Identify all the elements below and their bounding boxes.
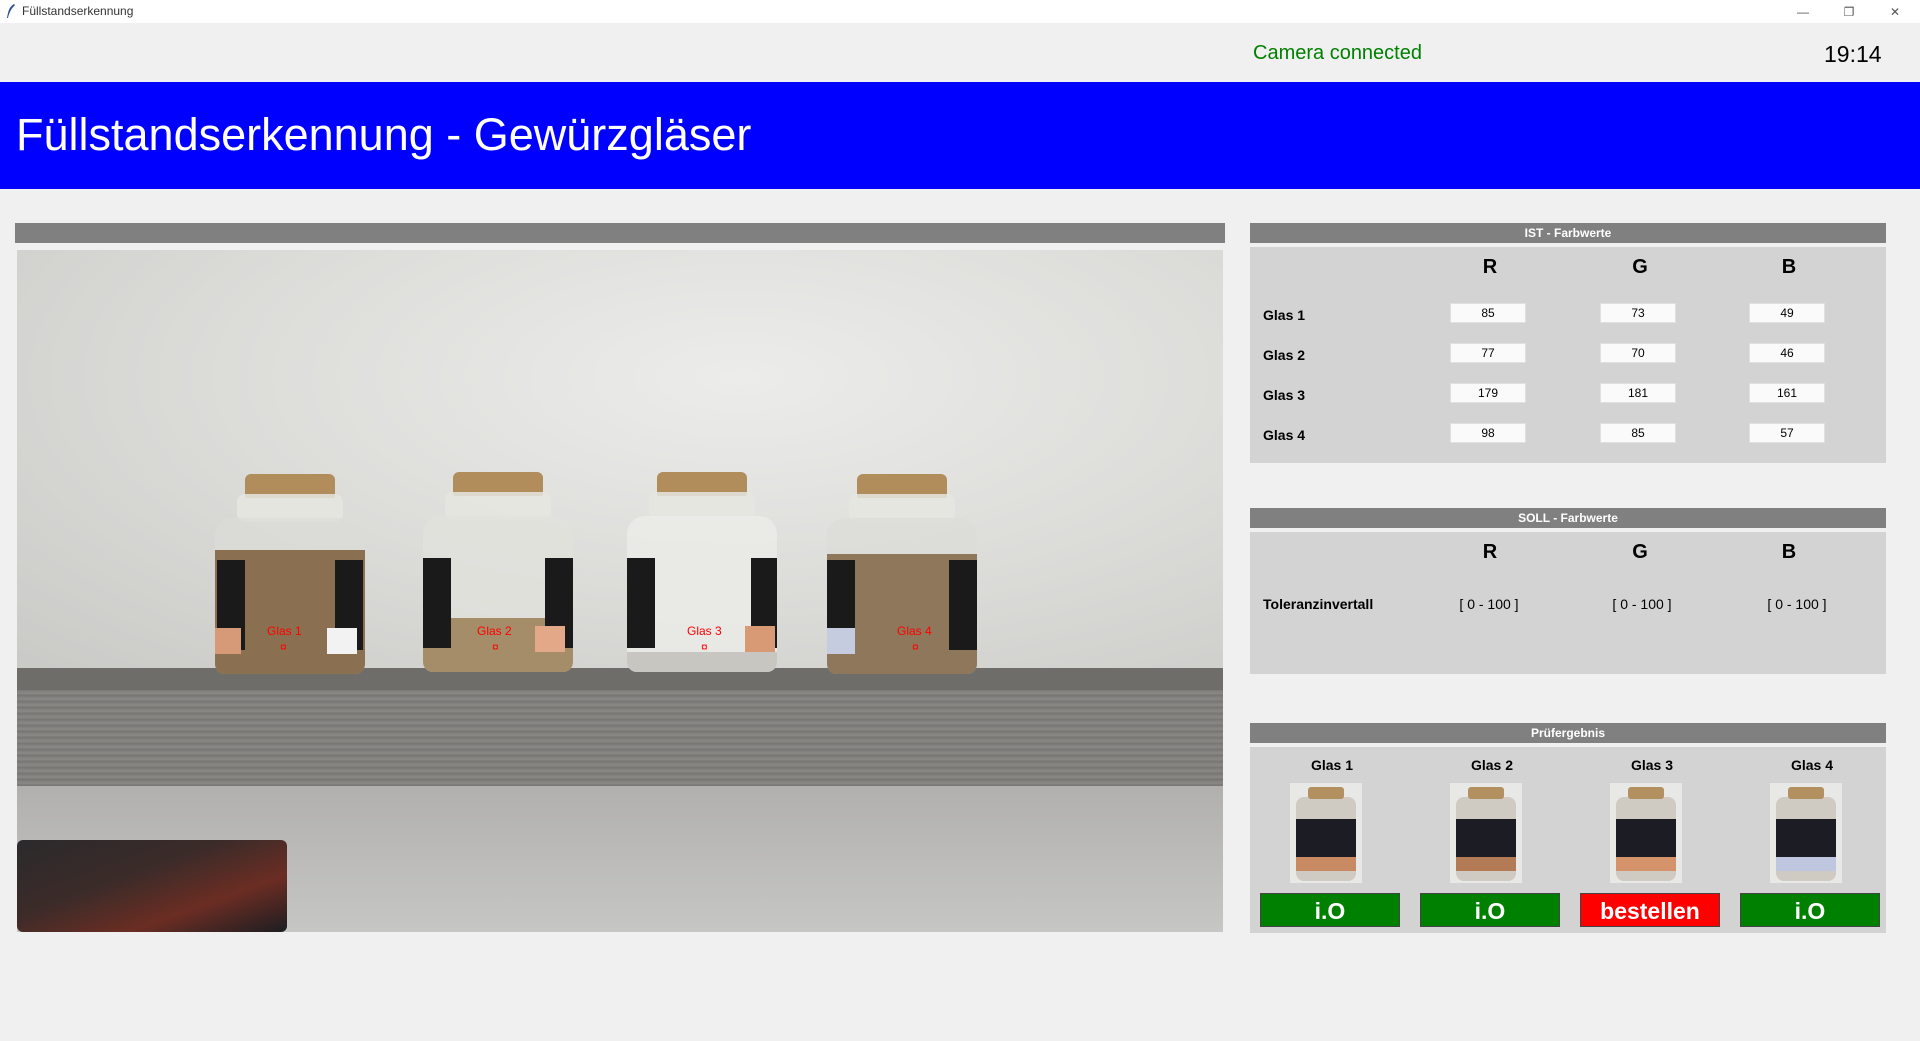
result-status-1: i.O <box>1260 893 1400 927</box>
ist-g-4: 85 <box>1600 423 1676 443</box>
ist-r-1: 85 <box>1450 303 1526 323</box>
restore-button[interactable]: ❐ <box>1826 0 1872 23</box>
jar-marker-1: ¤ <box>280 640 287 654</box>
soll-col-b: B <box>1781 541 1797 563</box>
result-status-4: i.O <box>1740 893 1880 927</box>
ist-r-4: 98 <box>1450 423 1526 443</box>
jar-label-3: Glas 3 <box>687 624 722 638</box>
soll-row-label: Toleranzinvertall <box>1263 596 1374 612</box>
shelf-top <box>17 668 1223 690</box>
result-name-3: Glas 3 <box>1630 757 1674 773</box>
shelf-front <box>17 690 1223 786</box>
jar-thumbnail-3 <box>1610 783 1682 883</box>
jar-label-1: Glas 1 <box>267 624 302 638</box>
jar-marker-2: ¤ <box>492 640 499 654</box>
ist-row-label-4: Glas 4 <box>1263 427 1306 443</box>
camera-panel-header <box>15 223 1225 243</box>
ist-r-3: 179 <box>1450 383 1526 403</box>
ist-g-1: 73 <box>1600 303 1676 323</box>
ist-col-r: R <box>1482 256 1498 278</box>
soll-col-r: R <box>1482 541 1498 563</box>
result-name-4: Glas 4 <box>1790 757 1834 773</box>
jar-label-4: Glas 4 <box>897 624 932 638</box>
jar-label-2: Glas 2 <box>477 624 512 638</box>
ist-b-4: 57 <box>1749 423 1825 443</box>
jar-marker-4: ¤ <box>912 640 919 654</box>
header-banner: Füllstandserkennung - Gewürzgläser <box>0 82 1920 189</box>
ist-r-2: 77 <box>1450 343 1526 363</box>
jar-4 <box>827 474 977 674</box>
ist-b-2: 46 <box>1749 343 1825 363</box>
ist-b-1: 49 <box>1749 303 1825 323</box>
jar-1 <box>215 474 365 674</box>
ist-col-g: G <box>1632 256 1648 278</box>
soll-panel-header: SOLL - Farbwerte <box>1250 508 1886 528</box>
camera-feed: Glas 1 ¤ Glas 2 ¤ Glas 3 ¤ Glas 4 ¤ <box>17 250 1223 932</box>
soll-tolerance-g: [ 0 - 100 ] <box>1612 596 1672 612</box>
ist-row-label-1: Glas 1 <box>1263 307 1306 323</box>
ist-col-b: B <box>1781 256 1797 278</box>
camera-status: Camera connected <box>1253 42 1422 64</box>
window-titlebar: Füllstandserkennung — ❐ ✕ <box>0 0 1920 23</box>
minimize-button[interactable]: — <box>1780 0 1826 23</box>
jar-marker-3: ¤ <box>701 640 708 654</box>
jar-thumbnail-1 <box>1290 783 1362 883</box>
ist-g-3: 181 <box>1600 383 1676 403</box>
page-title: Füllstandserkennung - Gewürzgläser <box>16 109 752 160</box>
ist-row-label-2: Glas 2 <box>1263 347 1306 363</box>
result-name-2: Glas 2 <box>1470 757 1514 773</box>
soll-tolerance-r: [ 0 - 100 ] <box>1459 596 1519 612</box>
feather-icon <box>7 4 15 18</box>
result-status-2: i.O <box>1420 893 1560 927</box>
box-object <box>17 840 287 932</box>
clock: 19:14 <box>1824 41 1882 67</box>
wall <box>17 250 1223 675</box>
result-name-1: Glas 1 <box>1310 757 1354 773</box>
soll-col-g: G <box>1632 541 1648 563</box>
jar-thumbnail-2 <box>1450 783 1522 883</box>
close-button[interactable]: ✕ <box>1872 0 1918 23</box>
window-title: Füllstandserkennung <box>22 4 134 18</box>
ist-g-2: 70 <box>1600 343 1676 363</box>
result-panel-header: Prüfergebnis <box>1250 723 1886 743</box>
soll-tolerance-b: [ 0 - 100 ] <box>1767 596 1827 612</box>
ist-row-label-3: Glas 3 <box>1263 387 1306 403</box>
ist-panel-header: IST - Farbwerte <box>1250 223 1886 243</box>
ist-b-3: 161 <box>1749 383 1825 403</box>
result-status-3: bestellen <box>1580 893 1720 927</box>
jar-thumbnail-4 <box>1770 783 1842 883</box>
